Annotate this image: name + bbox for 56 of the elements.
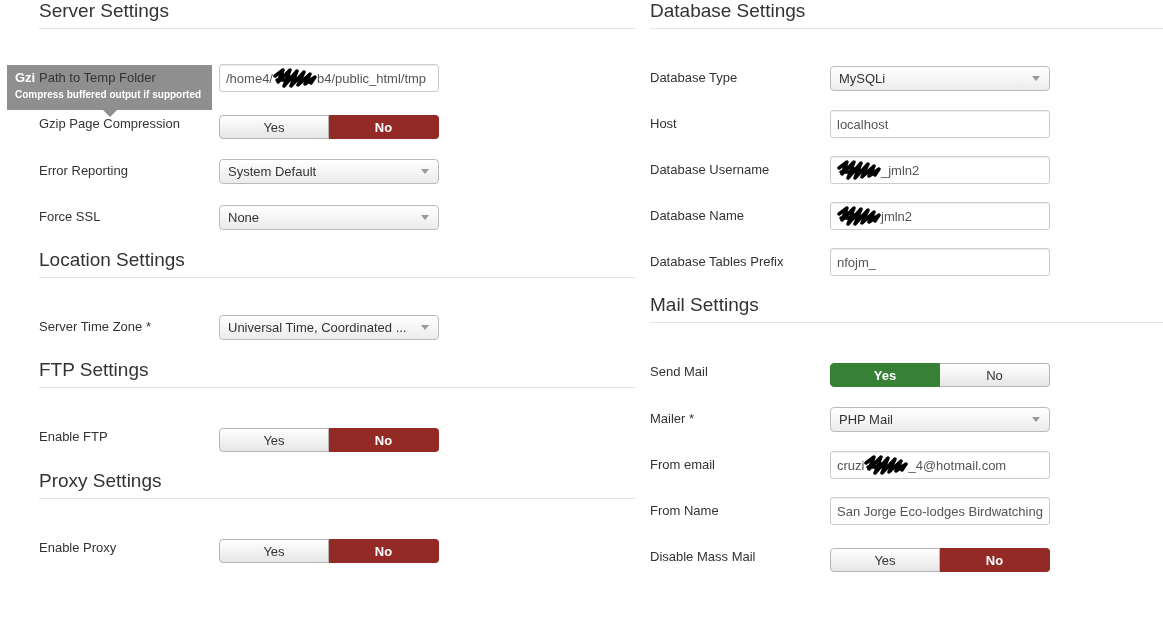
scribble-icon <box>837 159 881 181</box>
caret-icon <box>421 169 429 174</box>
dropdown[interactable]: System Default <box>219 159 439 184</box>
text-field[interactable]: nfojm_ <box>830 248 1050 276</box>
dropdown[interactable]: None <box>219 205 439 230</box>
text-field[interactable]: _jmln2 <box>830 156 1050 184</box>
section-heading: Server Settings <box>39 0 635 29</box>
field-label: From email <box>650 456 716 474</box>
dropdown[interactable]: MySQLi <box>830 66 1050 91</box>
toggle-button[interactable]: Yes <box>219 115 329 139</box>
toggle-button[interactable]: Yes <box>830 363 940 387</box>
toggle-button[interactable]: Yes <box>219 539 329 563</box>
field-label: Database Name <box>650 207 745 225</box>
field-label: Send Mail <box>650 363 709 381</box>
field-label: Database Type <box>650 69 739 87</box>
caret-icon <box>421 215 429 220</box>
toggle-button[interactable]: Yes <box>830 548 940 572</box>
field-label: Mailer * <box>650 410 696 428</box>
text-field[interactable]: localhost <box>830 110 1050 138</box>
section-heading: FTP Settings <box>39 359 635 388</box>
tooltip-title: Gzi <box>15 71 36 85</box>
scribble-icon <box>837 205 881 227</box>
toggle-button[interactable]: No <box>940 548 1050 572</box>
field-label: Server Time Zone * <box>39 318 152 336</box>
text-field[interactable]: jmln2 <box>830 202 1050 230</box>
scribble-icon <box>273 67 317 89</box>
caret-icon <box>421 325 429 330</box>
field-label: Disable Mass Mail <box>650 548 757 566</box>
section-heading: Mail Settings <box>650 294 1163 323</box>
dropdown[interactable]: PHP Mail <box>830 407 1050 432</box>
field-label: Path to Temp Folder <box>39 69 157 87</box>
field-label: Enable FTP <box>39 428 109 446</box>
field-label: Gzip Page Compression <box>39 115 181 133</box>
field-label: From Name <box>650 502 720 520</box>
caret-icon <box>1032 417 1040 422</box>
section-heading: Proxy Settings <box>39 470 635 499</box>
section-heading: Database Settings <box>650 0 1163 29</box>
toggle-button[interactable]: Yes <box>219 428 329 452</box>
text-field[interactable]: cruzi _4@hotmail.com <box>830 451 1050 479</box>
field-label: Host <box>650 115 678 133</box>
scribble-icon <box>864 454 909 476</box>
field-label: Database Username <box>650 161 771 179</box>
field-label: Enable Proxy <box>39 539 118 557</box>
toggle-button[interactable]: No <box>329 115 439 139</box>
field-label: Error Reporting <box>39 162 129 180</box>
dropdown[interactable]: Universal Time, Coordinated ... <box>219 315 439 340</box>
caret-icon <box>1032 76 1040 81</box>
toggle-button[interactable]: No <box>329 428 439 452</box>
tooltip-text: Compress buffered output if supported <box>15 88 202 102</box>
toggle-button[interactable]: No <box>940 363 1050 387</box>
section-heading: Location Settings <box>39 249 635 278</box>
field-label: Force SSL <box>39 208 102 226</box>
text-field[interactable]: San Jorge Eco-lodges Birdwatching <box>830 497 1050 525</box>
toggle-button[interactable]: No <box>329 539 439 563</box>
text-field[interactable]: /home4/ b4/public_html/tmp <box>219 64 439 92</box>
field-label: Database Tables Prefix <box>650 253 785 271</box>
